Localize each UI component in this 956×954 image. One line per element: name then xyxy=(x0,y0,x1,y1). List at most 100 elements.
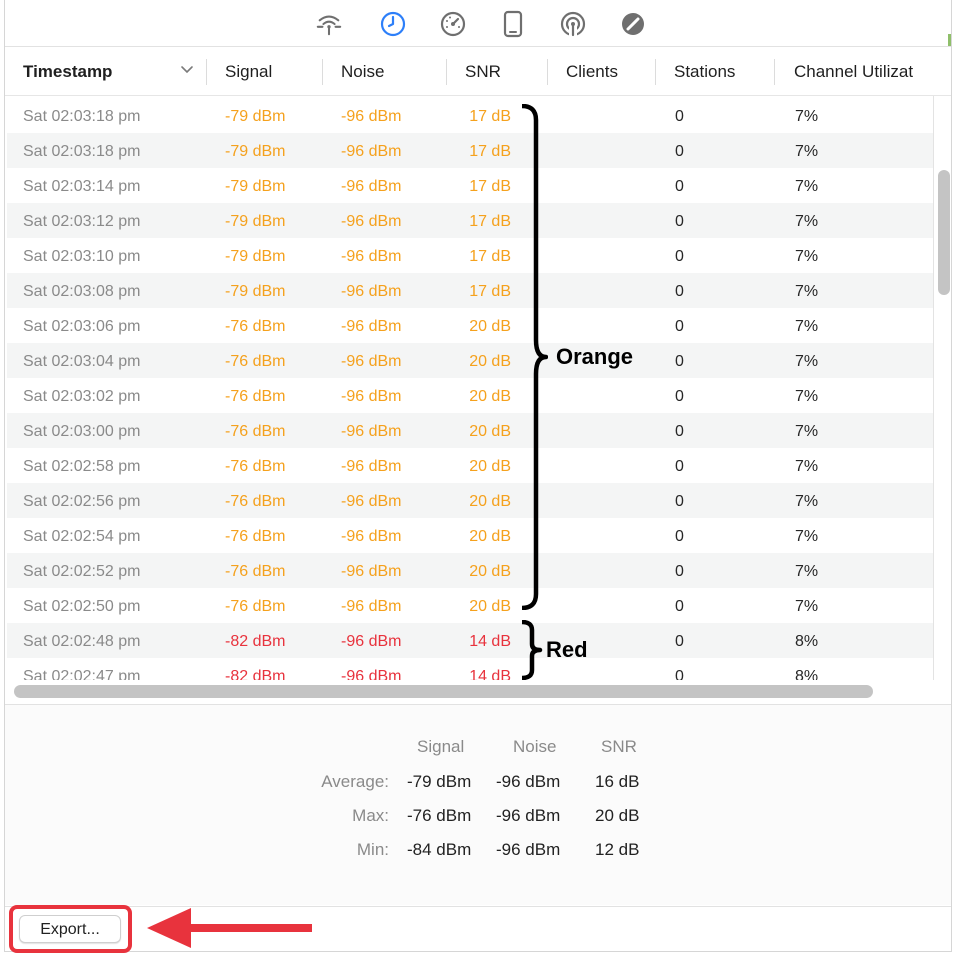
signal-cell: -79 dBm xyxy=(225,213,286,230)
noise-cell: -96 dBm xyxy=(341,668,402,680)
column-divider[interactable] xyxy=(547,59,548,85)
noise-cell: -96 dBm xyxy=(341,388,402,405)
column-header-snr[interactable]: SNR xyxy=(465,47,535,95)
sort-chevron-down-icon[interactable] xyxy=(180,65,194,75)
summary-min-noise: -96 dBm xyxy=(496,840,561,859)
horizontal-scrollbar[interactable] xyxy=(14,685,873,698)
column-header-timestamp[interactable]: Timestamp xyxy=(23,47,173,95)
table-row[interactable]: Sat 02:03:08 pm -79 dBm -96 dBm 17 dB 0 7% xyxy=(7,273,933,308)
table-row[interactable]: Sat 02:03:00 pm -76 dBm -96 dBm 20 dB 0 7% xyxy=(7,413,933,448)
table-row[interactable]: Sat 02:03:10 pm -79 dBm -96 dBm 17 dB 0 7% xyxy=(7,238,933,273)
export-button[interactable]: Export... xyxy=(19,915,121,943)
column-header-stations[interactable]: Stations xyxy=(674,47,764,95)
stations-cell: 0 xyxy=(675,458,684,475)
table-header: Timestamp Signal Noise SNR Clients Stati… xyxy=(5,47,951,96)
table-row[interactable]: Sat 02:03:12 pm -79 dBm -96 dBm 17 dB 0 7% xyxy=(7,203,933,238)
noise-cell: -96 dBm xyxy=(341,178,402,195)
table-row[interactable]: Sat 02:02:47 pm -82 dBm -96 dBm 14 dB 0 8% xyxy=(7,658,933,680)
column-header-signal[interactable]: Signal xyxy=(225,47,315,95)
snr-cell: 17 dB xyxy=(469,178,511,195)
column-header-clients[interactable]: Clients xyxy=(566,47,646,95)
orange-annotation-label: Orange xyxy=(556,344,634,369)
channel-utilization-cell: 7% xyxy=(795,423,819,440)
table-row[interactable]: Sat 02:03:06 pm -76 dBm -96 dBm 20 dB 0 7% xyxy=(7,308,933,343)
timestamp-cell: Sat 02:03:02 pm xyxy=(23,388,141,405)
stations-cell: 0 xyxy=(675,108,684,125)
table-row[interactable]: Sat 02:02:50 pm -76 dBm -96 dBm 20 dB 0 7% xyxy=(7,588,933,623)
speed-gauge-icon[interactable] xyxy=(439,10,467,38)
summary-header-noise: Noise xyxy=(513,737,557,756)
snr-cell: 17 dB xyxy=(469,108,511,125)
signal-cell: -76 dBm xyxy=(225,493,286,510)
column-divider[interactable] xyxy=(446,59,447,85)
table-row[interactable]: Sat 02:02:56 pm -76 dBm -96 dBm 20 dB 0 7% xyxy=(7,483,933,518)
channel-utilization-cell: 7% xyxy=(795,248,819,265)
timestamp-cell: Sat 02:03:12 pm xyxy=(23,213,141,230)
stations-cell: 0 xyxy=(675,493,684,510)
table-row[interactable]: Sat 02:03:14 pm -79 dBm -96 dBm 17 dB 0 7% xyxy=(7,168,933,203)
signal-cell: -79 dBm xyxy=(225,178,286,195)
snr-cell: 17 dB xyxy=(469,283,511,300)
stations-cell: 0 xyxy=(675,528,684,545)
table-row[interactable]: Sat 02:02:54 pm -76 dBm -96 dBm 20 dB 0 7% xyxy=(7,518,933,553)
channel-utilization-cell: 7% xyxy=(795,388,819,405)
signal-cell: -79 dBm xyxy=(225,248,286,265)
channel-utilization-cell: 7% xyxy=(795,563,819,580)
device-icon[interactable] xyxy=(499,10,527,38)
table-row[interactable]: Sat 02:03:18 pm -79 dBm -96 dBm 17 dB 0 7% xyxy=(7,133,933,168)
noise-cell: -96 dBm xyxy=(341,143,402,160)
table-row[interactable]: Sat 02:02:52 pm -76 dBm -96 dBm 20 dB 0 7% xyxy=(7,553,933,588)
no-entry-icon[interactable] xyxy=(619,10,647,38)
channel-utilization-cell: 7% xyxy=(795,493,819,510)
table-row[interactable]: Sat 02:03:02 pm -76 dBm -96 dBm 20 dB 0 7% xyxy=(7,378,933,413)
table-row[interactable]: Sat 02:03:04 pm -76 dBm -96 dBm 20 dB 0 7% xyxy=(7,343,933,378)
column-divider[interactable] xyxy=(655,59,656,85)
signal-cell: -76 dBm xyxy=(225,388,286,405)
channel-utilization-cell: 7% xyxy=(795,143,819,160)
snr-cell: 20 dB xyxy=(469,388,511,405)
history-clock-icon[interactable] xyxy=(379,10,407,38)
summary-panel: Signal Noise SNR Average: -79 dBm -96 dB… xyxy=(5,705,951,905)
snr-cell: 17 dB xyxy=(469,248,511,265)
summary-average-noise: -96 dBm xyxy=(496,772,561,791)
summary-label-average: Average: xyxy=(321,772,389,791)
table-row[interactable]: Sat 02:03:18 pm -79 dBm -96 dBm 17 dB 0 7% xyxy=(7,98,933,133)
summary-header-snr: SNR xyxy=(601,737,637,756)
signal-cell: -76 dBm xyxy=(225,353,286,370)
summary-average-snr: 16 dB xyxy=(595,772,640,791)
timestamp-cell: Sat 02:03:06 pm xyxy=(23,318,141,335)
channel-utilization-cell: 7% xyxy=(795,458,819,475)
stations-cell: 0 xyxy=(675,143,684,160)
signal-cell: -79 dBm xyxy=(225,108,286,125)
signal-cell: -79 dBm xyxy=(225,143,286,160)
noise-cell: -96 dBm xyxy=(341,563,402,580)
noise-cell: -96 dBm xyxy=(341,318,402,335)
column-divider[interactable] xyxy=(322,59,323,85)
column-divider[interactable] xyxy=(774,59,775,85)
noise-cell: -96 dBm xyxy=(341,248,402,265)
column-divider[interactable] xyxy=(206,59,207,85)
summary-max-noise: -96 dBm xyxy=(496,806,561,825)
noise-cell: -96 dBm xyxy=(341,423,402,440)
table-row[interactable]: Sat 02:02:48 pm -82 dBm -96 dBm 14 dB 0 8% xyxy=(7,623,933,658)
channel-utilization-cell: 8% xyxy=(795,668,819,680)
table-row[interactable]: Sat 02:02:58 pm -76 dBm -96 dBm 20 dB 0 7% xyxy=(7,448,933,483)
broadcast-icon[interactable] xyxy=(559,10,587,38)
stations-cell: 0 xyxy=(675,178,684,195)
channel-utilization-cell: 7% xyxy=(795,318,819,335)
signal-cell: -76 dBm xyxy=(225,598,286,615)
noise-cell: -96 dBm xyxy=(341,213,402,230)
stations-cell: 0 xyxy=(675,668,684,680)
signal-cell: -76 dBm xyxy=(225,563,286,580)
vertical-scrollbar[interactable] xyxy=(938,170,950,295)
signal-cell: -76 dBm xyxy=(225,458,286,475)
column-header-channel-utilization[interactable]: Channel Utilizat xyxy=(794,47,932,95)
channel-utilization-cell: 7% xyxy=(795,213,819,230)
measurements-table[interactable]: Sat 02:03:18 pm -79 dBm -96 dBm 17 dB 0 7% Sat… xyxy=(7,96,934,680)
column-header-noise[interactable]: Noise xyxy=(341,47,431,95)
signal-cell: -76 dBm xyxy=(225,528,286,545)
snr-cell: 20 dB xyxy=(469,493,511,510)
timestamp-cell: Sat 02:02:58 pm xyxy=(23,458,141,475)
channel-utilization-cell: 7% xyxy=(795,283,819,300)
wifi-scan-icon[interactable] xyxy=(315,10,343,38)
